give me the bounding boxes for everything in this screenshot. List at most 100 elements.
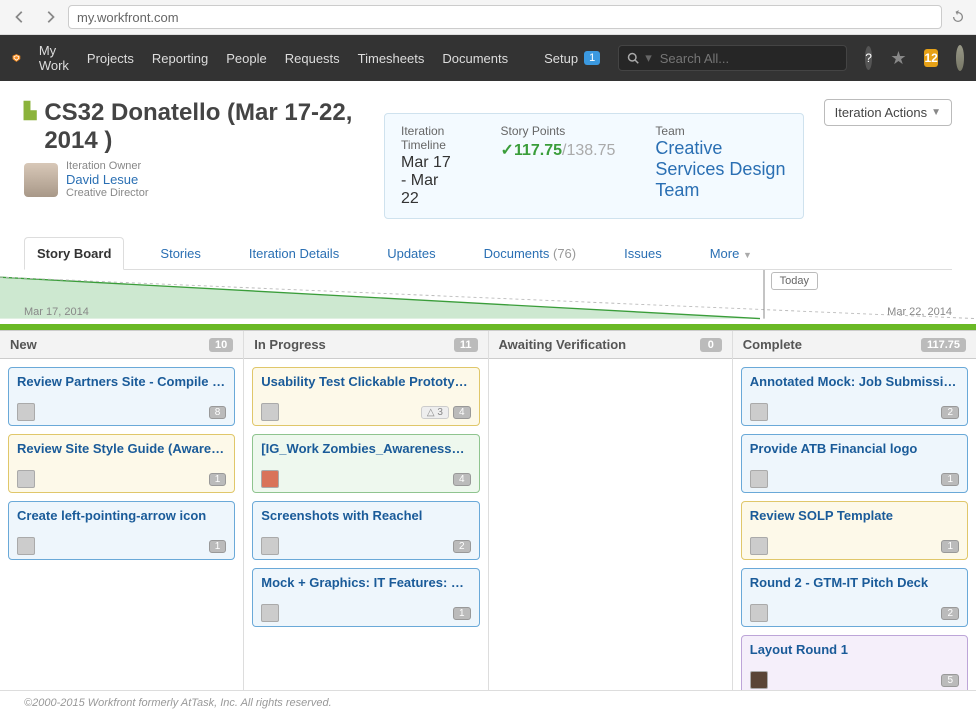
setup-label: Setup [544, 51, 578, 66]
nav-item[interactable]: Requests [285, 51, 340, 66]
nav-item[interactable]: Documents [442, 51, 508, 66]
notification-badge[interactable]: 12 [924, 49, 937, 67]
assignee-avatar [261, 470, 279, 488]
card-points: 4 [453, 406, 471, 419]
assignee-avatar [261, 403, 279, 421]
iteration-info-card: Iteration Timeline Mar 17 - Mar 22 Story… [384, 113, 804, 219]
card-points: 8 [209, 406, 227, 419]
burndown-timeline: Today Mar 17, 2014 Mar 22, 2014 [0, 270, 976, 330]
storypoints-label: Story Points [501, 124, 616, 138]
card-title: Layout Round 1 [750, 642, 959, 657]
owner-name-link[interactable]: David Lesue [66, 172, 149, 187]
card-title: Create left-pointing-arrow icon [17, 508, 226, 523]
card-points: 1 [453, 607, 471, 620]
nav-item[interactable]: Reporting [152, 51, 208, 66]
tab-stories[interactable]: Stories [148, 238, 212, 269]
top-nav: My Work Projects Reporting People Reques… [0, 35, 976, 81]
iteration-tabs: Story Board Stories Iteration Details Up… [24, 237, 952, 270]
card-title: Review SOLP Template [750, 508, 959, 523]
story-card[interactable]: Mock + Graphics: IT Features: Te... 1 [252, 568, 479, 627]
story-card[interactable]: Review Site Style Guide (Awarene... 1 [8, 434, 235, 493]
column-header: In Progress 11 [244, 331, 487, 359]
card-title: Annotated Mock: Job Submission... [750, 374, 959, 389]
tab-updates[interactable]: Updates [375, 238, 447, 269]
column-count: 11 [454, 338, 478, 352]
tab-more[interactable]: More ▼ [698, 238, 764, 269]
card-title: [IG_Work Zombies_Awareness_Fe... [261, 441, 470, 456]
search-input[interactable] [658, 50, 838, 67]
timeline-end-date: Mar 22, 2014 [887, 306, 952, 318]
chevron-down-icon: ▼ [931, 107, 941, 118]
story-card[interactable]: Annotated Mock: Job Submission... 2 [741, 367, 968, 426]
card-points: 4 [453, 473, 471, 486]
search-icon [627, 52, 639, 64]
url-bar[interactable]: my.workfront.com [68, 5, 942, 29]
user-avatar[interactable] [956, 45, 964, 71]
storypoints-done: ✓117.75 [501, 142, 562, 159]
nav-item[interactable]: People [226, 51, 266, 66]
nav-item[interactable]: Projects [87, 51, 134, 66]
tab-documents[interactable]: Documents (76) [472, 238, 589, 269]
storypoints-total: /138.75 [562, 142, 615, 159]
story-board: New 10 Review Partners Site - Compile li… [0, 330, 976, 690]
owner-role: Creative Director [66, 187, 149, 199]
story-card[interactable]: [IG_Work Zombies_Awareness_Fe... 4 [252, 434, 479, 493]
global-search[interactable]: ▾ [618, 45, 847, 71]
nav-item[interactable]: Timesheets [358, 51, 425, 66]
today-marker: Today [771, 272, 818, 290]
url-text: my.workfront.com [77, 10, 179, 25]
card-points: 5 [941, 674, 959, 687]
column-title: Complete [743, 337, 802, 352]
story-card[interactable]: Layout Round 1 5 [741, 635, 968, 690]
card-points: 1 [209, 540, 227, 553]
card-title: Screenshots with Reachel [261, 508, 470, 523]
assignee-avatar [750, 537, 768, 555]
favorite-icon[interactable]: ★ [890, 48, 906, 69]
board-column: New 10 Review Partners Site - Compile li… [0, 331, 244, 690]
board-column: Awaiting Verification 0 [489, 331, 733, 690]
story-card[interactable]: Usability Test Clickable Prototyp... △ 3… [252, 367, 479, 426]
card-title: Round 2 - GTM-IT Pitch Deck [750, 575, 959, 590]
iteration-icon: ▙ [24, 103, 36, 121]
help-icon[interactable]: ? [865, 46, 873, 70]
card-title: Mock + Graphics: IT Features: Te... [261, 575, 470, 590]
team-label: Team [655, 124, 786, 138]
column-count: 117.75 [921, 338, 966, 352]
board-column: In Progress 11 Usability Test Clickable … [244, 331, 488, 690]
browser-chrome: my.workfront.com [0, 0, 976, 35]
card-title: Review Site Style Guide (Awarene... [17, 441, 226, 456]
story-card[interactable]: Create left-pointing-arrow icon 1 [8, 501, 235, 560]
column-count: 10 [209, 338, 233, 352]
card-title: Review Partners Site - Compile li... [17, 374, 226, 389]
assignee-avatar [750, 671, 768, 689]
card-title: Usability Test Clickable Prototyp... [261, 374, 470, 389]
app-logo [12, 44, 21, 72]
assignee-avatar [261, 537, 279, 555]
assignee-avatar [17, 470, 35, 488]
assignee-avatar [750, 403, 768, 421]
team-link[interactable]: Creative Services Design Team [655, 138, 786, 201]
owner-label: Iteration Owner [66, 160, 149, 172]
story-card[interactable]: Provide ATB Financial logo 1 [741, 434, 968, 493]
story-card[interactable]: Review Partners Site - Compile li... 8 [8, 367, 235, 426]
page-title: ▙ CS32 Donatello (Mar 17-22, 2014 ) [24, 99, 364, 154]
tab-story-board[interactable]: Story Board [24, 237, 124, 270]
assignee-avatar [17, 403, 35, 421]
back-button[interactable] [8, 5, 32, 29]
assignee-avatar [750, 604, 768, 622]
story-card[interactable]: Screenshots with Reachel 2 [252, 501, 479, 560]
setup-link[interactable]: Setup 1 [544, 51, 600, 66]
story-card[interactable]: Review SOLP Template 1 [741, 501, 968, 560]
forward-button[interactable] [38, 5, 62, 29]
nav-item[interactable]: My Work [39, 43, 69, 73]
assignee-avatar [750, 470, 768, 488]
tab-issues[interactable]: Issues [612, 238, 674, 269]
reload-button[interactable] [948, 7, 968, 27]
column-title: In Progress [254, 337, 326, 352]
setup-badge: 1 [584, 51, 600, 65]
iteration-actions-button[interactable]: Iteration Actions ▼ [824, 99, 952, 126]
story-card[interactable]: Round 2 - GTM-IT Pitch Deck 2 [741, 568, 968, 627]
tab-iteration-details[interactable]: Iteration Details [237, 238, 351, 269]
board-column: Complete 117.75 Annotated Mock: Job Subm… [733, 331, 976, 690]
column-count: 0 [700, 338, 722, 352]
